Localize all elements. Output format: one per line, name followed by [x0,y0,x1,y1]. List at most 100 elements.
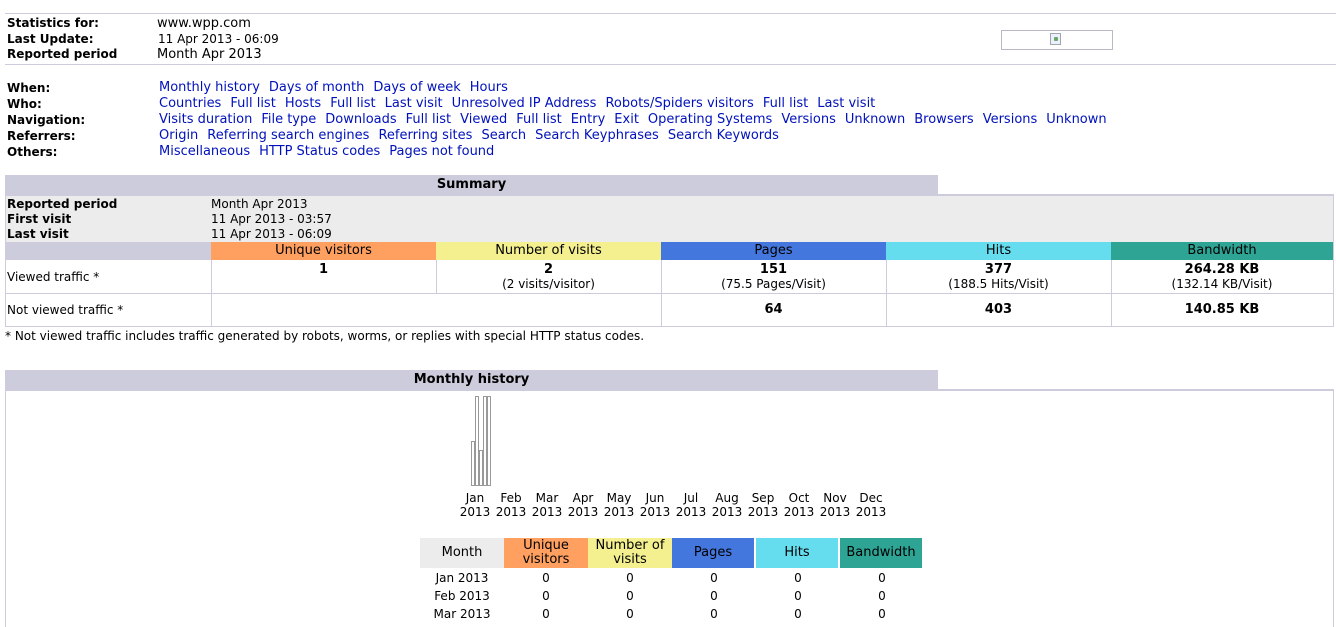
link-miscellaneous[interactable]: Miscellaneous [159,144,250,159]
not-viewed-pages: 64 [661,303,886,317]
chart-month-year: 2013 [675,505,707,519]
viewed-pages-ratio: (75.5 Pages/Visit) [721,277,826,291]
monthly-cell-visits: 0 [626,571,634,585]
link-operating-systems[interactable]: Operating Systems [648,112,772,127]
link-origin[interactable]: Origin [159,128,198,143]
link-pages-not-found[interactable]: Pages not found [389,144,494,159]
awstats-logo[interactable] [1001,30,1113,50]
monthly-cell-bandwidth: 0 [878,607,886,621]
viewed-hits: 377 (188.5 Hits/Visit) [886,262,1111,292]
link-referring-sites[interactable]: Referring sites [378,128,472,143]
viewed-visits: 2 (2 visits/visitor) [436,263,661,292]
chart-month-year: 2013 [495,505,527,519]
menu-referrers-links: Origin Referring search engines Referring … [159,128,788,144]
menu-others-label: Others: [7,145,58,159]
chart-month-year: 2013 [783,505,815,519]
link-viewed-full-list[interactable]: Full list [516,112,561,127]
monthly-cell-unique: 0 [542,589,550,603]
link-os-versions[interactable]: Versions [781,112,836,127]
monthly-cell-month: Feb 2013 [434,589,490,603]
monthly-cell-visits: 0 [626,589,634,603]
link-entry[interactable]: Entry [571,112,606,127]
monthly-cell-pages: 0 [710,571,718,585]
link-browser-unknown[interactable]: Unknown [1046,112,1106,127]
link-days-of-week[interactable]: Days of week [373,80,460,95]
link-robots[interactable]: Robots/Spiders visitors [605,96,753,111]
monthly-cell-pages: 0 [710,607,718,621]
link-unresolved-ip[interactable]: Unresolved IP Address [452,96,597,111]
summary-header-pages: Pages [661,242,886,260]
not-viewed-bandwidth: 140.85 KB [1111,303,1333,317]
link-browser-versions[interactable]: Versions [983,112,1038,127]
viewed-hits-ratio: (188.5 Hits/Visit) [948,277,1049,291]
menu-referrers-label: Referrers: [7,129,76,143]
summary-last-visit-value: 11 Apr 2013 - 06:09 [211,227,332,241]
link-monthly-history[interactable]: Monthly history [159,80,260,95]
link-hosts[interactable]: Hosts [285,96,321,111]
viewed-unique-visitors: 1 [211,263,436,277]
summary-header-blank [6,242,211,260]
chart-month-name: Sep [751,491,775,505]
link-countries-full-list[interactable]: Full list [230,96,275,111]
chart-month-label: Oct 2013 [781,491,817,519]
chart-month-year: 2013 [531,505,563,519]
link-days-of-month[interactable]: Days of month [269,80,364,95]
viewed-unique-visitors-value: 1 [318,262,329,277]
chart-month-name: Oct [788,491,810,505]
monthly-header-visits: Number of visits [588,538,672,568]
monthly-header-unique-visitors: Unique visitors [504,538,588,568]
link-search-keyphrases[interactable]: Search Keyphrases [535,128,659,143]
monthly-cell-hits: 0 [794,589,802,603]
menu-navigation-links: Visits duration File type Downloads Full li… [159,112,1116,128]
monthly-header-bandwidth: Bandwidth [840,538,922,568]
chart-month-name: Jun [645,491,665,505]
link-exit[interactable]: Exit [614,112,639,127]
link-downloads-full-list[interactable]: Full list [406,112,451,127]
link-hosts-full-list[interactable]: Full list [330,96,375,111]
monthly-cell-pages: 0 [710,589,718,603]
statistics-for-label: Statistics for: [7,16,99,30]
viewed-bandwidth-value: 264.28 KB [1184,262,1260,277]
broken-image-icon [1050,33,1061,45]
link-file-type[interactable]: File type [261,112,316,127]
not-viewed-pages-value: 64 [764,302,783,317]
link-http-status-codes[interactable]: HTTP Status codes [259,144,380,159]
monthly-header-month: Month [420,538,504,568]
chart-month-label: Mar 2013 [529,491,565,519]
link-viewed[interactable]: Viewed [460,112,507,127]
viewed-hits-value: 377 [984,262,1013,277]
link-referring-search-engines[interactable]: Referring search engines [207,128,369,143]
link-os-unknown[interactable]: Unknown [845,112,905,127]
link-countries[interactable]: Countries [159,96,221,111]
summary-first-visit-value: 11 Apr 2013 - 03:57 [211,212,332,226]
link-browsers[interactable]: Browsers [914,112,973,127]
monthly-cell-hits: 0 [794,607,802,621]
monthly-cell-unique: 0 [542,571,550,585]
monthly-history-title: Monthly history [5,370,938,389]
link-search[interactable]: Search [481,128,526,143]
chart-month-label: Apr 2013 [565,491,601,519]
link-search-keywords[interactable]: Search Keywords [668,128,779,143]
summary-header-hits: Hits [886,242,1111,260]
link-robots-full-list[interactable]: Full list [763,96,808,111]
link-robots-last-visit[interactable]: Last visit [817,96,875,111]
viewed-pages: 151 (75.5 Pages/Visit) [661,263,886,292]
chart-month-label: Jun 2013 [637,491,673,519]
link-hours[interactable]: Hours [470,80,508,95]
not-viewed-bandwidth-value: 140.85 KB [1184,302,1260,317]
chart-month-year: 2013 [747,505,779,519]
summary-last-visit-label: Last visit [7,227,69,241]
chart-month-name: Apr [572,491,594,505]
not-viewed-hits-value: 403 [984,302,1013,317]
link-downloads[interactable]: Downloads [325,112,396,127]
monthly-header-pages: Pages [672,538,754,568]
link-hosts-last-visit[interactable]: Last visit [385,96,443,111]
chart-month-label: Aug 2013 [709,491,745,519]
viewed-bandwidth: 264.28 KB (132.14 KB/Visit) [1111,262,1333,292]
summary-reported-period-label: Reported period [7,197,118,211]
last-update-value: 11 Apr 2013 - 06:09 [158,32,279,46]
monthly-cell-visits: 0 [626,607,634,621]
chart-month-label: Jul 2013 [673,491,709,519]
link-visits-duration[interactable]: Visits duration [159,112,252,127]
reported-period-value: Month Apr 2013 [157,47,262,62]
